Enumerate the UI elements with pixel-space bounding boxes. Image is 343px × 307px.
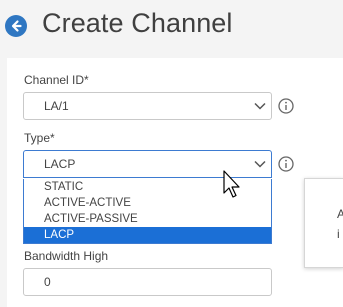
chevron-down-icon xyxy=(254,102,266,110)
type-option-lacp[interactable]: LACP xyxy=(24,227,271,243)
info-circle-icon[interactable] xyxy=(278,98,294,114)
arrow-left-circle-icon xyxy=(11,20,22,32)
channel-id-value: LA/1 xyxy=(44,99,69,113)
back-button[interactable] xyxy=(5,15,27,37)
tooltip-line-2: i xyxy=(337,227,340,241)
page-title: Create Channel xyxy=(42,8,233,38)
chevron-down-icon xyxy=(254,160,266,168)
bandwidth-high-input[interactable] xyxy=(23,268,272,296)
page-header: Create Channel xyxy=(0,0,343,52)
type-option-active-passive[interactable]: ACTIVE-PASSIVE xyxy=(24,211,271,227)
info-tooltip: A i xyxy=(304,178,343,268)
type-dropdown-list: STATIC ACTIVE-ACTIVE ACTIVE-PASSIVE LACP xyxy=(23,179,272,244)
type-option-static[interactable]: STATIC xyxy=(24,179,271,195)
type-label: Type* xyxy=(24,131,55,145)
type-option-active-active[interactable]: ACTIVE-ACTIVE xyxy=(24,195,271,211)
type-select[interactable]: LACP xyxy=(23,150,272,178)
channel-id-label: Channel ID* xyxy=(24,73,89,87)
type-value: LACP xyxy=(44,157,76,171)
bandwidth-high-label: Bandwidth High xyxy=(24,249,109,263)
tooltip-text: A i xyxy=(337,204,343,244)
tooltip-line-1: A xyxy=(337,204,343,224)
channel-id-select[interactable]: LA/1 xyxy=(23,92,272,120)
info-circle-icon[interactable] xyxy=(278,156,294,172)
